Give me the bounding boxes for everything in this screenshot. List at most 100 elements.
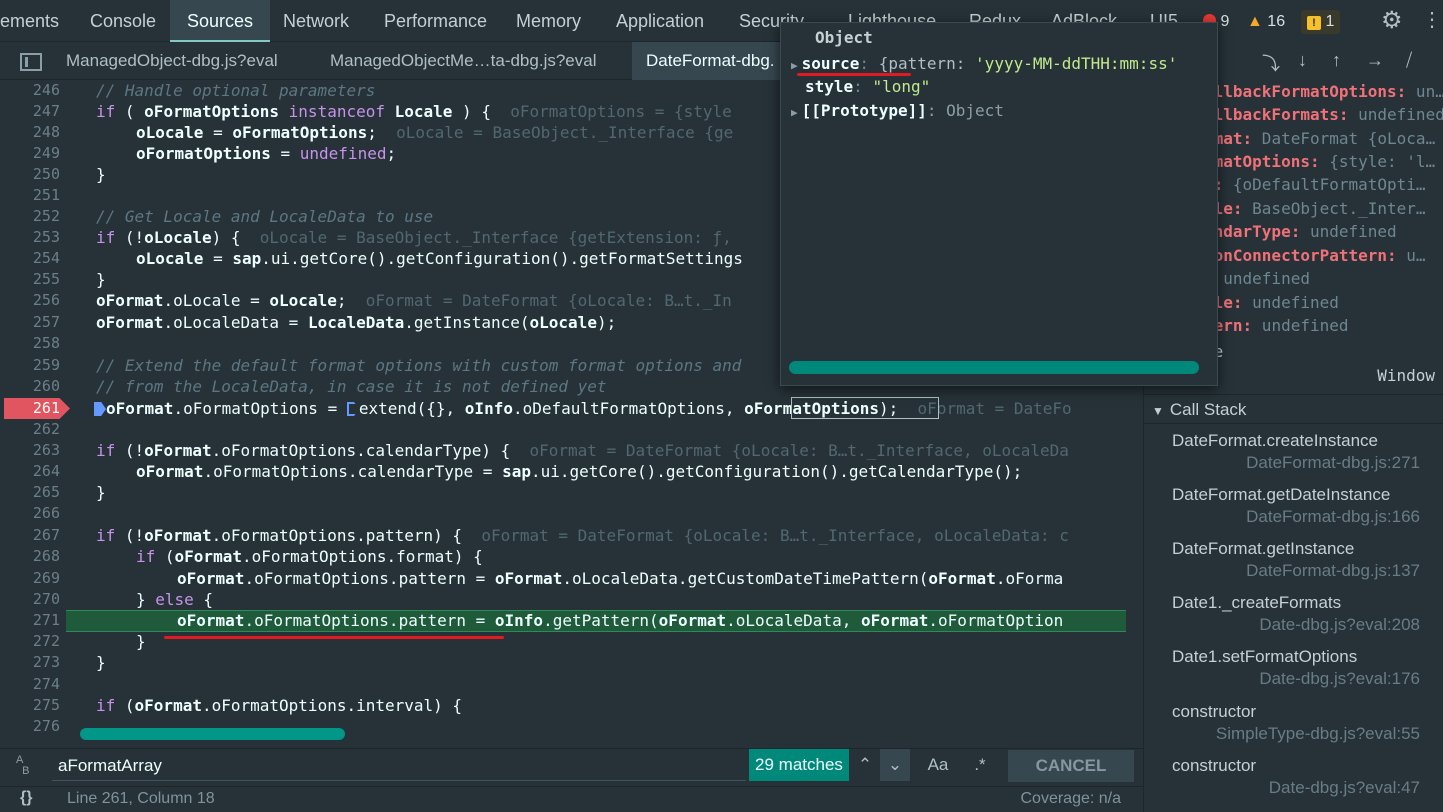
tab-console[interactable]: Console [90,0,156,42]
line-number[interactable]: 273 [0,652,60,673]
line-number[interactable]: 271 [0,610,60,631]
issues-count: 1 [1325,13,1335,30]
line-number[interactable]: 251 [0,185,60,206]
annotation-underline [164,636,504,639]
devtools-main-tabs: ements Console Sources Network Performan… [0,0,1443,42]
popover-prototype-row[interactable]: ▶ [[Prototype]]: Object [791,100,1004,122]
call-stack-frame[interactable]: DateFormat.createInstance DateFormat-dbg.… [1172,431,1420,473]
search-input[interactable] [52,751,746,781]
line-number[interactable]: 252 [0,206,60,227]
line-number[interactable]: 250 [0,164,60,185]
file-tab-managedobjectmetadata[interactable]: ManagedObjectMe…ta-dbg.js?eval [316,42,610,80]
step-out-icon[interactable]: ↑ [1332,50,1341,71]
line-number[interactable]: 268 [0,546,60,567]
line-number[interactable]: 254 [0,248,60,269]
call-stack-frame[interactable]: DateFormat.getDateInstance DateFormat-dbg… [1172,485,1420,527]
line-number[interactable]: 266 [0,503,60,524]
tab-elements[interactable]: ements [0,0,59,42]
line-number[interactable]: 258 [0,333,60,354]
toggle-navigator-icon[interactable] [20,53,42,71]
call-stack-frame[interactable]: Date1._createFormats Date-dbg.js?eval:208 [1172,593,1420,635]
search-bar: A B 29 matches ⌃ ⌄ Aa .* CANCEL [0,748,1143,786]
line-number[interactable]: 255 [0,269,60,290]
call-stack-frame[interactable]: DateFormat.getInstance DateFormat-dbg.js:… [1172,539,1420,581]
call-stack-frame[interactable]: Date1.setFormatOptions Date-dbg.js?eval:1… [1172,647,1420,689]
line-number[interactable]: 267 [0,525,60,546]
object-preview-popover[interactable]: Object ▶ source: {pattern: 'yyyy-MM-ddTHH… [780,22,1218,386]
line-number[interactable]: 272 [0,631,60,652]
line-number[interactable]: 274 [0,674,60,695]
line-number[interactable]: 262 [0,419,60,440]
line-number[interactable]: 247 [0,101,60,122]
cancel-button[interactable]: CANCEL [1008,750,1134,782]
scope-entry[interactable]: tern: undefined [1204,314,1349,337]
warning-count-badge[interactable]: ▲ 16 [1241,10,1291,34]
line-number[interactable]: 246 [0,80,60,101]
code-line-260: // from the LocaleData, in case it is no… [96,377,607,396]
line-number[interactable]: 275 [0,695,60,716]
line-number[interactable]: 248 [0,122,60,143]
horizontal-scrollbar[interactable] [80,728,345,740]
code-line-256: oFormat.oLocale = oLocale; oFormat = Dat… [96,291,732,310]
chevron-down-icon: ⌄ [887,755,903,774]
scope-entry[interactable]: : undefined [1204,267,1310,290]
line-number[interactable]: 259 [0,355,60,376]
scope-entry[interactable]: rmatOptions: {style: 'l… [1204,150,1435,173]
popover-scrollbar[interactable] [789,361,1199,374]
step-into-icon[interactable]: ↓ [1298,50,1307,71]
search-options-icon[interactable]: A B [16,755,29,777]
more-options-icon[interactable]: ⋮ [1422,8,1442,32]
line-number[interactable]: 263 [0,440,60,461]
tab-sources[interactable]: Sources [170,0,271,42]
deactivate-breakpoints-icon[interactable]: ⧸ [1406,50,1412,71]
code-line-273: } [96,653,106,672]
call-stack-frame[interactable]: constructor Date-dbg.js?eval:47 [1172,756,1420,798]
code-line-249: oFormatOptions = undefined; [136,144,397,163]
scope-entry[interactable]: allbackFormats: undefined [1204,103,1443,126]
scope-entry[interactable]: allbackFormatOptions: un… [1204,80,1443,103]
line-number[interactable]: 276 [0,716,60,737]
tab-network[interactable]: Network [283,0,349,42]
line-number[interactable]: 264 [0,461,60,482]
call-stack-header[interactable]: ▼ Call Stack [1144,394,1443,424]
step-over-icon[interactable]: ⤵ [1262,50,1280,76]
scope-entry[interactable]: rmat: DateFormat {oLoca… [1204,127,1435,150]
scope-entry[interactable]: monConnectorPattern: u… [1204,244,1426,267]
regex-button[interactable]: .* [962,749,998,781]
line-number[interactable]: 269 [0,568,60,589]
line-number[interactable]: 257 [0,312,60,333]
issues-count-badge[interactable]: ! 1 [1301,10,1341,34]
line-number[interactable]: 265 [0,482,60,503]
tab-memory[interactable]: Memory [516,0,581,42]
tab-performance[interactable]: Performance [384,0,487,42]
scope-entry[interactable]: o: {oDefaultFormatOpti… [1204,173,1426,196]
line-number[interactable]: 249 [0,143,60,164]
inline-value-hint: oFormat = DateFormat {oLocale: B…t._In [365,291,732,310]
step-icon[interactable]: → [1366,50,1384,71]
line-number[interactable]: 253 [0,227,60,248]
code-line-271: oFormat.oFormatOptions.pattern = oInfo.g… [177,611,1064,630]
code-line-254: oLocale = sap.ui.getCore().getConfigurat… [136,249,743,268]
previous-match-button[interactable]: ⌃ [852,749,878,781]
scope-entry[interactable]: ale: BaseObject._Inter… [1204,197,1426,220]
file-tab-managedobject[interactable]: ManagedObject-dbg.js?eval [52,42,292,80]
line-number[interactable]: 260 [0,376,60,397]
match-case-button[interactable]: Aa [918,749,958,781]
scope-entry[interactable]: endarType: undefined [1204,220,1397,243]
coverage-status: Coverage: n/a [1020,790,1121,807]
next-match-button[interactable]: ⌄ [880,749,910,781]
line-number-breakpoint[interactable]: 261 [0,398,60,419]
line-number[interactable]: 270 [0,589,60,610]
settings-gear-icon[interactable]: ⚙ [1381,6,1403,35]
error-count: 9 [1220,13,1230,30]
cursor-position: Line 261, Column 18 [67,790,215,807]
scope-entry[interactable]: ale: undefined [1204,291,1339,314]
call-stack-frame[interactable]: constructor SimpleType-dbg.js?eval:55 [1172,702,1420,744]
code-line-252: // Get Locale and LocaleData to use [96,207,434,226]
line-number[interactable]: 256 [0,290,60,311]
popover-source-row[interactable]: ▶ source: {pattern: 'yyyy-MM-ddTHH:mm:ss' [791,53,1177,75]
tab-application[interactable]: Application [616,0,704,42]
scope-window-label[interactable]: Window [1377,366,1435,385]
pretty-print-icon[interactable]: {} [20,789,32,807]
file-tab-dateformat[interactable]: DateFormat-dbg. [632,42,784,80]
